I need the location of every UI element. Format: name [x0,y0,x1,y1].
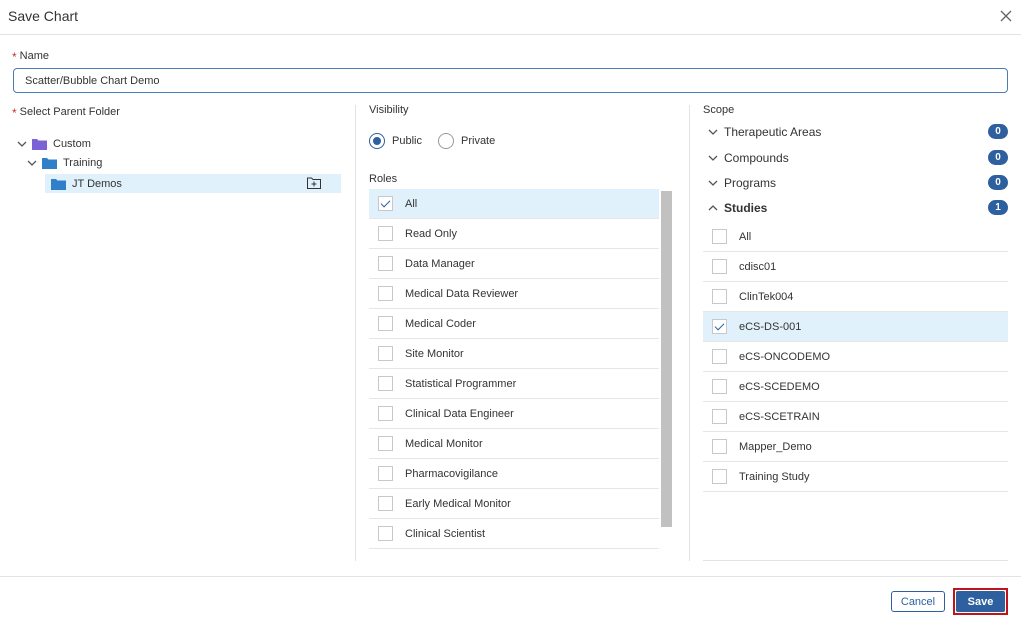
checkbox[interactable] [378,496,393,511]
checkbox[interactable] [712,259,727,274]
checkbox[interactable] [378,436,393,451]
checkbox[interactable] [712,349,727,364]
checkbox[interactable] [378,226,393,241]
roles-scrollbar[interactable] [661,191,672,527]
count-badge: 1 [988,200,1008,215]
tree-node-label: Custom [53,137,91,150]
checkbox[interactable] [712,409,727,424]
checkbox[interactable] [378,376,393,391]
name-label: * Name [12,50,50,64]
column-divider [355,105,356,561]
checkbox[interactable] [712,379,727,394]
chevron-down-icon[interactable] [707,152,719,164]
study-item[interactable]: eCS-DS-001 [703,312,1008,342]
count-badge: 0 [988,175,1008,190]
scope-group-studies[interactable]: Studies 1 [703,198,1008,218]
close-icon[interactable] [999,9,1013,23]
study-item[interactable]: ClinTek004 [703,282,1008,312]
checkbox[interactable] [378,406,393,421]
scope-divider [703,560,1008,561]
scope-group-therapeutic-areas[interactable]: Therapeutic Areas 0 [703,122,1008,142]
checkbox[interactable] [712,319,727,334]
tree-node-training[interactable]: Training [26,153,341,172]
chevron-down-icon[interactable] [26,157,38,169]
checkbox[interactable] [378,256,393,271]
chevron-down-icon[interactable] [707,177,719,189]
role-item[interactable]: Early Medical Monitor [369,489,659,519]
role-item[interactable]: Medical Coder [369,309,659,339]
radio-private[interactable]: Private [438,133,495,149]
roles-label: Roles [369,173,398,185]
tree-node-jt-demos[interactable]: JT Demos [45,174,341,193]
checkbox[interactable] [712,289,727,304]
count-badge: 0 [988,124,1008,139]
checkbox[interactable] [378,526,393,541]
role-item[interactable]: Medical Monitor [369,429,659,459]
study-item[interactable]: cdisc01 [703,252,1008,282]
role-item[interactable]: Statistical Programmer [369,369,659,399]
study-item[interactable]: eCS-SCETRAIN [703,402,1008,432]
tree-node-label: JT Demos [72,177,122,190]
dialog-title: Save Chart [8,8,79,24]
study-item[interactable]: Training Study [703,462,1008,492]
checkbox[interactable] [378,316,393,331]
study-item[interactable]: eCS-ONCODEMO [703,342,1008,372]
studies-list: All cdisc01 ClinTek004 eCS-DS-001 eCS-ON… [703,222,1008,492]
save-button[interactable]: Save [956,591,1005,612]
role-item[interactable]: Data Manager [369,249,659,279]
radio-button[interactable] [438,133,454,149]
checkbox[interactable] [378,286,393,301]
folder-icon [51,178,66,190]
folder-icon [32,138,47,150]
role-item[interactable]: Clinical Scientist [369,519,659,549]
chevron-down-icon[interactable] [16,138,28,150]
study-item[interactable]: All [703,222,1008,252]
role-item[interactable]: Medical Data Reviewer [369,279,659,309]
add-folder-icon[interactable] [307,177,321,189]
role-item[interactable]: Site Monitor [369,339,659,369]
cancel-button[interactable]: Cancel [891,591,945,612]
role-item[interactable]: Read Only [369,219,659,249]
checkbox[interactable] [712,439,727,454]
dialog-header: Save Chart [0,0,1021,35]
tree-node-custom[interactable]: Custom [16,134,341,153]
chevron-up-icon[interactable] [707,202,719,214]
dialog-footer [0,576,1021,626]
checkbox[interactable] [712,229,727,244]
checkbox[interactable] [712,469,727,484]
checkbox[interactable] [378,346,393,361]
role-item[interactable]: All [369,189,659,219]
study-item[interactable]: Mapper_Demo [703,432,1008,462]
role-item[interactable]: Pharmacovigilance [369,459,659,489]
scope-group-compounds[interactable]: Compounds 0 [703,148,1008,168]
column-divider [689,105,690,561]
count-badge: 0 [988,150,1008,165]
checkbox[interactable] [378,196,393,211]
scope-label: Scope [703,104,735,116]
roles-list: All Read Only Data Manager Medical Data … [369,189,659,551]
folder-icon [42,157,57,169]
visibility-label: Visibility [369,104,409,116]
name-input[interactable] [13,68,1008,93]
scope-group-programs[interactable]: Programs 0 [703,173,1008,193]
study-item[interactable]: eCS-SCEDEMO [703,372,1008,402]
checkbox[interactable] [378,466,393,481]
role-item[interactable]: Clinical Data Engineer [369,399,659,429]
radio-button[interactable] [369,133,385,149]
parent-folder-label: * Select Parent Folder [12,106,120,120]
radio-public[interactable]: Public [369,133,422,149]
save-button-highlight: Save [953,588,1008,615]
tree-node-label: Training [63,156,103,169]
chevron-down-icon[interactable] [707,126,719,138]
